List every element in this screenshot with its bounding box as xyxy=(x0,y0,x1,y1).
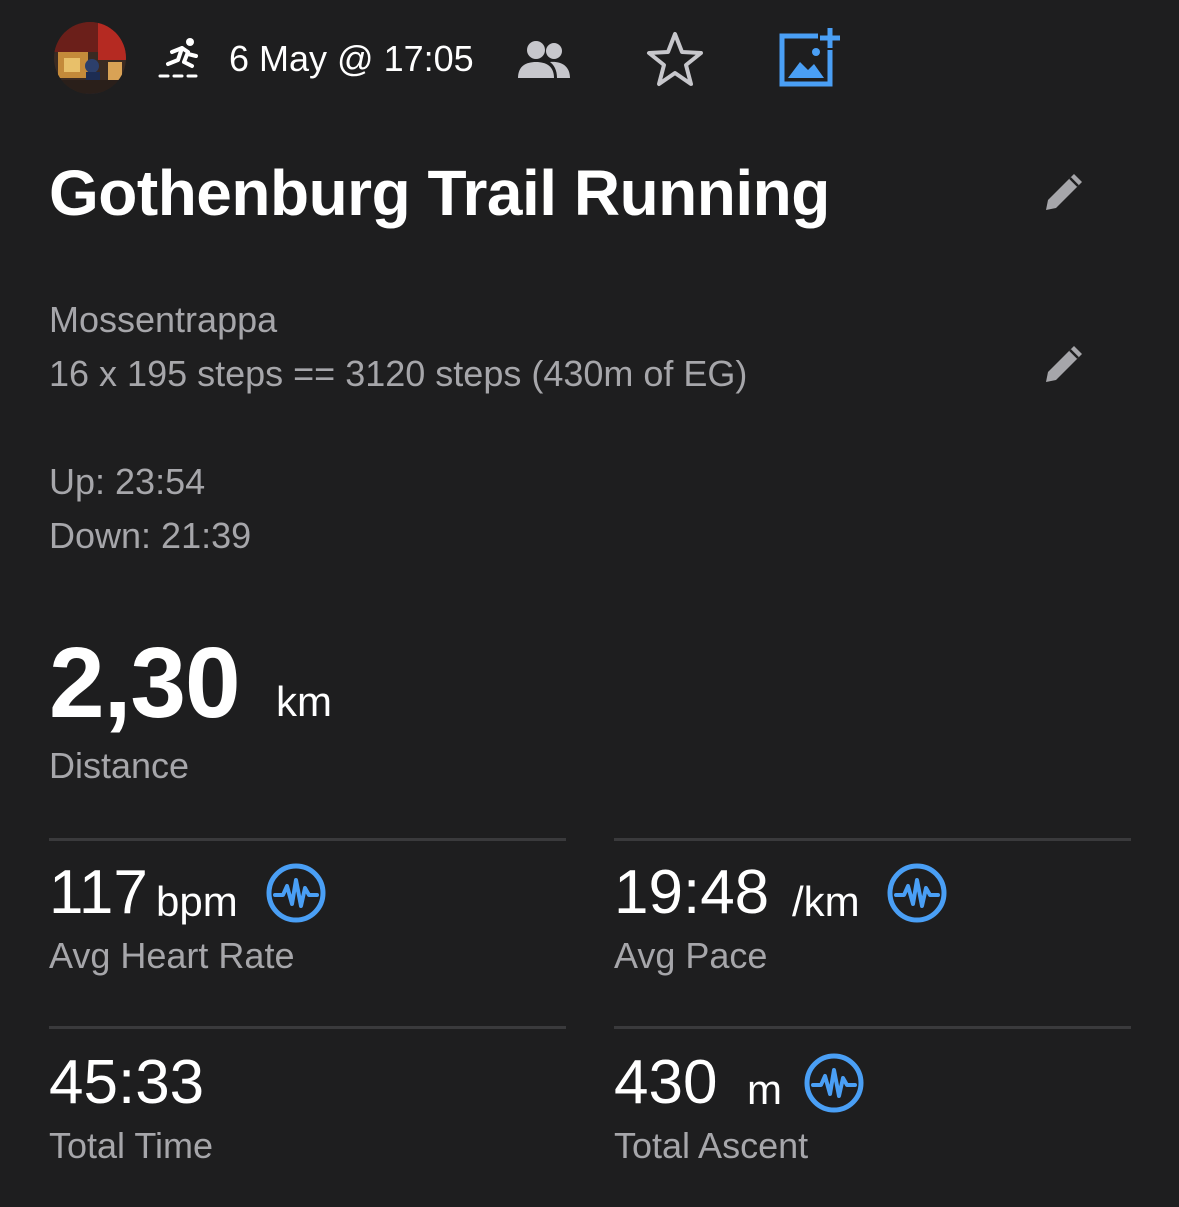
avatar[interactable] xyxy=(54,22,126,94)
divider xyxy=(49,1026,566,1029)
distance-label: Distance xyxy=(49,745,190,786)
divider xyxy=(614,838,1131,841)
edit-title-icon[interactable] xyxy=(1044,170,1086,217)
description-line: 16 x 195 steps == 3120 steps (430m of EG… xyxy=(49,353,748,394)
activity-date: 6 May @ 17:05 xyxy=(229,38,474,79)
distance-value: 2,30 xyxy=(49,627,241,739)
total-time-value: 45:33 xyxy=(49,1048,205,1117)
divider xyxy=(49,838,566,841)
star-outline-icon[interactable] xyxy=(645,30,705,88)
heart-rate-value: 117 xyxy=(49,858,148,927)
distance-unit: km xyxy=(276,678,332,725)
chart-pulse-icon[interactable] xyxy=(886,862,948,924)
description-line: Up: 23:54 xyxy=(49,461,206,502)
divider xyxy=(614,1026,1131,1029)
heart-rate-label: Avg Heart Rate xyxy=(49,935,295,976)
pace-value: 19:48 xyxy=(614,858,770,927)
pace-unit: /km xyxy=(792,878,860,925)
total-ascent-label: Total Ascent xyxy=(614,1125,809,1166)
chart-pulse-icon[interactable] xyxy=(265,862,327,924)
description-line: Mossentrappa xyxy=(49,299,278,340)
running-person-icon xyxy=(158,36,204,82)
add-photo-icon[interactable] xyxy=(778,26,842,88)
people-icon[interactable] xyxy=(516,40,572,80)
total-ascent-unit: m xyxy=(747,1066,782,1113)
edit-description-icon[interactable] xyxy=(1044,342,1086,389)
pace-label: Avg Pace xyxy=(614,935,768,976)
total-ascent-value: 430 xyxy=(614,1048,718,1117)
heart-rate-unit: bpm xyxy=(156,878,238,925)
total-time-label: Total Time xyxy=(49,1125,214,1166)
activity-title: Gothenburg Trail Running xyxy=(49,157,830,229)
description-line: Down: 21:39 xyxy=(49,515,252,556)
chart-pulse-icon[interactable] xyxy=(803,1052,865,1114)
